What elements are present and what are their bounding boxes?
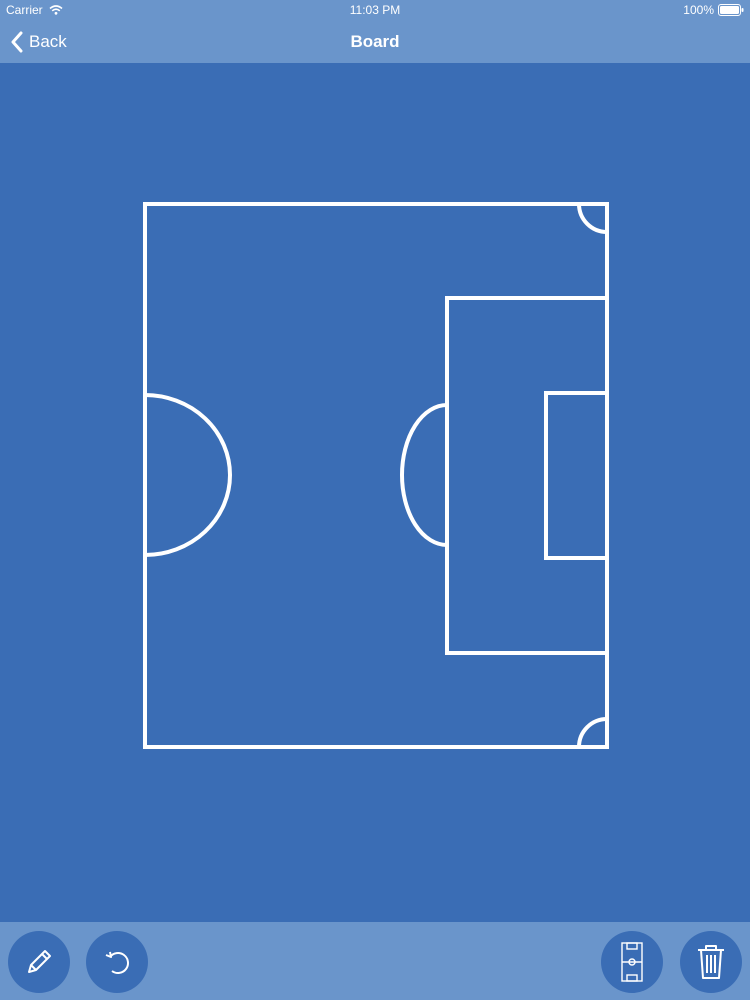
pitch-select-button[interactable] — [601, 931, 663, 993]
pitch-outline — [143, 202, 609, 749]
status-bar: Carrier 11:03 PM 100% — [0, 0, 750, 20]
center-circle-arc — [144, 393, 232, 557]
status-time: 11:03 PM — [349, 3, 401, 17]
corner-arc-top — [577, 203, 608, 234]
undo-button[interactable] — [86, 931, 148, 993]
battery-percent: 100% — [683, 3, 714, 17]
penalty-area — [445, 296, 609, 655]
pencil-icon — [28, 950, 51, 973]
delete-button[interactable] — [680, 931, 742, 993]
trash-icon — [698, 945, 724, 979]
pitch-diagram — [143, 202, 609, 749]
penalty-arc — [400, 403, 448, 547]
page-title: Board — [350, 32, 400, 51]
bottom-toolbar — [0, 922, 750, 1000]
battery-icon — [718, 4, 744, 16]
navigation-bar: Back Board — [0, 20, 750, 63]
board-canvas[interactable] — [0, 63, 750, 922]
draw-button[interactable] — [8, 931, 70, 993]
pitch-icon — [621, 942, 643, 982]
goal-area — [544, 391, 609, 560]
status-right: 100% — [683, 3, 744, 17]
undo-icon — [105, 951, 129, 974]
corner-arc-bottom — [577, 717, 608, 748]
